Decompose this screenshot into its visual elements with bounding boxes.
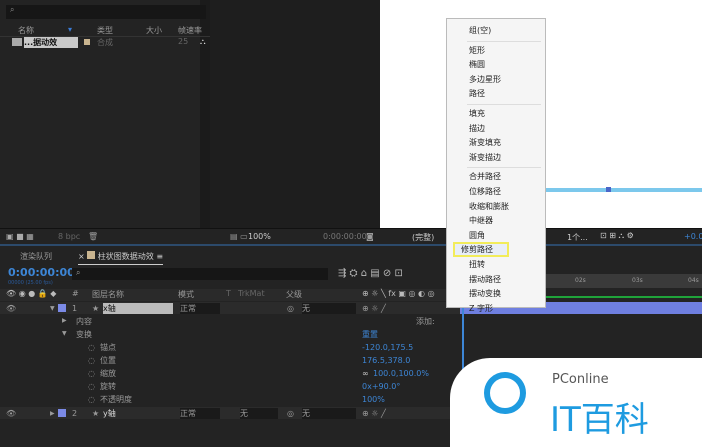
add-shape-context-menu: 组(空) 矩形椭圆多边星形路径填充描边渐变填充渐变描边合并路径位移路径收缩和膨胀中… xyxy=(446,18,546,313)
col-fps[interactable]: 帧速率 xyxy=(178,25,202,36)
menu-item[interactable]: 位移路径 xyxy=(469,186,501,197)
menu-item[interactable]: 椭圆 xyxy=(469,59,485,70)
viewer-toolbar: ▣ ■ ▦ 8 bpc 🗑 ▤ ▭ 100% 0:00:00:00 ◙ (完整)… xyxy=(0,228,702,244)
av-switch-icons: 👁 ◉ ● 🔒 ◆ xyxy=(6,289,57,298)
shape-star-icon: ★ xyxy=(92,303,100,313)
parent-select[interactable]: 无 xyxy=(302,407,356,419)
comp-icon xyxy=(12,38,22,46)
label-swatch xyxy=(84,39,90,45)
folder-icon[interactable]: ▣ ■ ▦ xyxy=(6,232,34,241)
mode-select[interactable]: 正常 xyxy=(180,407,220,419)
label-swatch[interactable] xyxy=(58,409,66,417)
current-time[interactable]: 0:00:00:00 xyxy=(8,266,75,279)
menu-item[interactable]: 摆动变换 xyxy=(469,288,501,299)
camera-icon[interactable]: ◙ xyxy=(366,232,374,241)
anchor-point[interactable] xyxy=(606,187,611,192)
menu-separator xyxy=(467,104,541,105)
expand-transform-icon[interactable]: ▼ xyxy=(62,330,67,337)
project-panel: ⌕ 名称 ▾ 类型 大小 帧速率 ...据动效 合成 25 ⛬ xyxy=(0,0,210,228)
stopwatch-icon[interactable]: ◌ xyxy=(88,395,95,404)
expand-content-icon[interactable]: ▶ xyxy=(62,317,67,324)
stopwatch-icon[interactable]: ◌ xyxy=(88,369,95,378)
eye-icon[interactable]: 👁 xyxy=(6,409,16,418)
tab-comp[interactable]: × 柱状图数据动效 ≡ xyxy=(78,251,164,265)
shape-star-icon: ★ xyxy=(92,408,100,418)
search-icon: ⌕ xyxy=(76,268,81,277)
layer-name[interactable]: y轴 xyxy=(103,408,116,419)
switch-icons: ⊕ ☼ ╲ fx ▣ ◎ ◐ ◎ xyxy=(362,289,435,298)
tab-render-queue[interactable]: 渲染队列 xyxy=(20,251,52,262)
expand-triangle-icon[interactable]: ▶ xyxy=(50,410,55,417)
menu-item[interactable]: 摆动路径 xyxy=(469,274,501,285)
menu-item[interactable]: 圆角 xyxy=(469,230,485,241)
stopwatch-icon[interactable]: ◌ xyxy=(88,382,95,391)
mode-select[interactable]: 正常 xyxy=(180,302,220,314)
project-item[interactable]: ...据动效 合成 25 ⛬ xyxy=(0,37,210,48)
comp-viewer[interactable] xyxy=(210,0,380,228)
project-columns: 名称 ▾ 类型 大小 帧速率 xyxy=(0,25,210,37)
add-button[interactable]: 添加: xyxy=(416,316,435,327)
trkmat-select[interactable]: 无 xyxy=(240,407,278,419)
reset-link[interactable]: 重置 xyxy=(362,329,378,340)
x-axis-shape[interactable] xyxy=(545,188,702,192)
menu-item[interactable]: Z 字形 xyxy=(469,303,493,314)
pickwhip-icon[interactable]: ◎ xyxy=(287,409,294,418)
col-type[interactable]: 类型 xyxy=(97,25,113,36)
layer-switches[interactable]: ⊕ ☼ ╱ xyxy=(362,304,386,313)
layer-row[interactable]: 👁 ▼ 1 ★ x轴 正常 ◎ 无 ⊕ ☼ ╱ xyxy=(0,302,460,314)
menu-item[interactable]: 中继器 xyxy=(469,215,493,226)
layer-name[interactable]: x轴 xyxy=(103,302,173,314)
trash-icon[interactable]: 🗑 xyxy=(88,232,98,241)
menu-item[interactable]: 路径 xyxy=(469,88,485,99)
menu-separator xyxy=(467,167,541,169)
eye-icon[interactable]: 👁 xyxy=(6,304,16,313)
parent-select[interactable]: 无 xyxy=(302,302,356,314)
layer-search-input[interactable]: ⌕ xyxy=(72,268,328,280)
display-icon[interactable]: ▤ ▭ xyxy=(230,232,248,241)
menu-separator xyxy=(467,40,541,42)
menu-item[interactable]: 收缩和膨胀 xyxy=(469,201,509,212)
search-icon: ⌕ xyxy=(10,5,15,14)
menu-item[interactable]: 多边星形 xyxy=(469,74,501,85)
menu-item[interactable]: 组(空) xyxy=(469,25,491,36)
expand-triangle-icon[interactable]: ▼ xyxy=(50,305,55,312)
stopwatch-icon[interactable]: ◌ xyxy=(88,356,95,365)
col-size[interactable]: 大小 xyxy=(146,25,162,36)
link-icon[interactable]: ∞ xyxy=(362,369,369,378)
menu-item[interactable]: 扭转 xyxy=(469,259,485,270)
menu-item[interactable]: 渐变描边 xyxy=(469,152,501,163)
project-search-input[interactable]: ⌕ xyxy=(6,5,206,19)
timeline-switches-icons[interactable]: ⇶ ⛭ ⌂ ▤ ⊘ ⊡ xyxy=(338,268,403,279)
label-swatch[interactable] xyxy=(58,304,66,312)
menu-item[interactable]: 修剪路径 xyxy=(453,242,509,258)
layer-switches[interactable]: ⊕ ☼ ╱ xyxy=(362,409,386,418)
watermark-logo: PConline IT百科 xyxy=(450,358,702,447)
pickwhip-icon[interactable]: ◎ xyxy=(287,304,294,313)
menu-item[interactable]: 合并路径 xyxy=(469,171,501,182)
stopwatch-icon[interactable]: ◌ xyxy=(88,343,95,352)
menu-item[interactable]: 描边 xyxy=(469,123,485,134)
pconline-logo-icon xyxy=(484,372,526,414)
sort-arrow-icon: ▾ xyxy=(68,25,73,34)
layer-header: 👁 ◉ ● 🔒 ◆ # 图层名称 模式 T TrkMat 父级 ⊕ ☼ ╲ fx… xyxy=(0,289,460,301)
menu-item[interactable]: 渐变填充 xyxy=(469,137,501,148)
viewer-tools-icon[interactable]: ⊡ ⊞ ⛬ ⚙ xyxy=(600,231,634,241)
menu-item[interactable]: 矩形 xyxy=(469,45,485,56)
col-name[interactable]: 名称 xyxy=(18,25,34,36)
flowchart-icon[interactable]: ⛬ xyxy=(200,37,206,47)
menu-item[interactable]: 填充 xyxy=(469,108,485,119)
layer-row[interactable]: 👁 ▶ 2 ★ y轴 正常 无 ◎ 无 ⊕ ☼ ╱ xyxy=(0,407,460,419)
